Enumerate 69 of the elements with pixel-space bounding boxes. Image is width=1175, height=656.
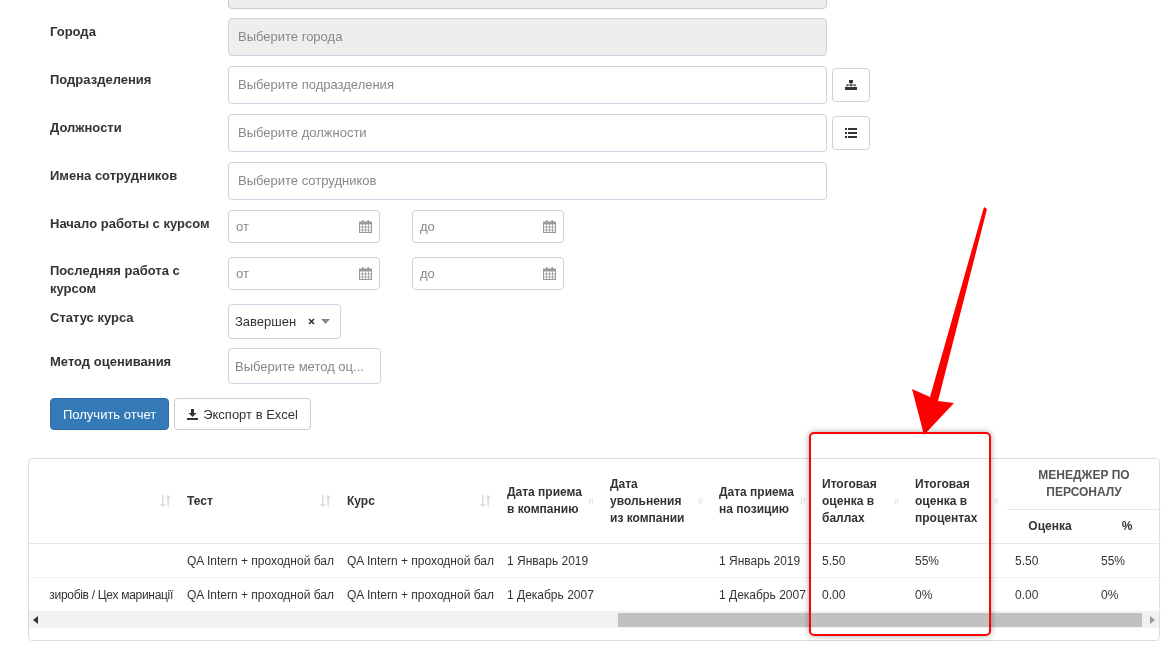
calendar-icon [543,267,556,280]
date-field[interactable]: от [228,257,380,290]
date-field[interactable]: от [228,210,380,243]
hierarchy-icon [845,80,857,90]
method-select[interactable]: Выберите метод оц... [228,348,381,384]
list-icon [845,128,857,138]
table-cell: QA Intern + проходной бал [347,553,494,568]
column-header: Оценка [1028,519,1072,533]
field-label: Имена сотрудников [50,167,179,185]
field-label: Должности [50,119,123,137]
export-button[interactable]: Экспорт в Excel [174,398,311,430]
table-cell: 0% [915,587,933,602]
field-label: Последняя работа с курсом [50,262,181,298]
column-header[interactable]: Итоговая оценка в баллах [822,475,891,527]
table-cell: 0% [1101,587,1119,602]
calendar-icon [359,220,372,233]
sort-icon[interactable] [480,495,491,507]
calendar-icon [359,267,372,280]
scrollbar-thumb[interactable] [618,613,1142,627]
download-icon [187,408,199,420]
column-header: % [1121,519,1133,533]
table-cell: 55% [915,553,940,568]
select-field[interactable]: Выберите должности [228,114,827,152]
column-header[interactable]: Курс [347,492,375,510]
list-button[interactable] [832,116,870,150]
sort-icon[interactable] [994,495,999,507]
table-cell: 1 Декабрь 2007 [719,587,806,602]
table-cell: 1 Январь 2019 [719,553,801,568]
sort-icon[interactable] [894,495,899,507]
table-cell: 55% [1101,553,1126,568]
field-label: Статус курса [50,309,135,327]
column-header[interactable]: Итоговая оценка в процентах [915,475,991,527]
table-cell: QA Intern + проходной бал [187,553,334,568]
sort-icon[interactable] [160,495,171,507]
table-cell: 1 Январь 2019 [507,553,589,568]
clear-icon[interactable] [308,318,315,325]
table-cell: 0.00 [822,587,846,602]
table-cell: QA Intern + проходной бал [187,587,334,602]
column-header[interactable]: Тест [187,492,213,510]
field-label: Метод оценивания [50,353,173,371]
calendar-icon [543,220,556,233]
group-header: МЕНЕДЖЕР ПО ПЕРСОНАЛУ [1038,468,1130,499]
table-cell: QA Intern + проходной бал [347,587,494,602]
sort-icon[interactable] [320,495,331,507]
status-select[interactable]: Завершен [228,304,341,339]
sort-icon[interactable] [588,495,594,507]
sort-icon[interactable] [800,495,806,507]
table-cell: 5.50 [822,553,846,568]
table-cell: 1 Декабрь 2007 [507,587,594,602]
date-field[interactable]: до [412,257,564,290]
date-field[interactable]: до [412,210,564,243]
scroll-right-icon[interactable] [1150,616,1155,624]
table-cell: зиробів / Цех маринації [49,587,173,602]
hierarchy-button[interactable] [832,68,870,102]
column-header[interactable]: Дата приема в компанию [507,484,585,518]
table-cell: 0.00 [1015,587,1039,602]
caret-icon [321,319,330,324]
column-header[interactable]: Дата увольнения из компании [610,475,694,527]
select-field[interactable]: Выберите сотрудников [228,162,827,200]
sort-icon[interactable] [697,495,703,507]
field-label: Начало работы с курсом [50,215,211,233]
column-header[interactable]: Дата приема на позицию [719,484,797,518]
field-label: Подразделения [50,71,153,89]
scroll-left-icon[interactable] [33,616,38,624]
horizontal-scrollbar[interactable] [29,612,1159,628]
table-cell: 5.50 [1015,553,1039,568]
field-label: Города [50,23,97,41]
select-field[interactable]: Выберите подразделения [228,66,827,104]
get-report-button[interactable]: Получить отчет [50,398,170,430]
